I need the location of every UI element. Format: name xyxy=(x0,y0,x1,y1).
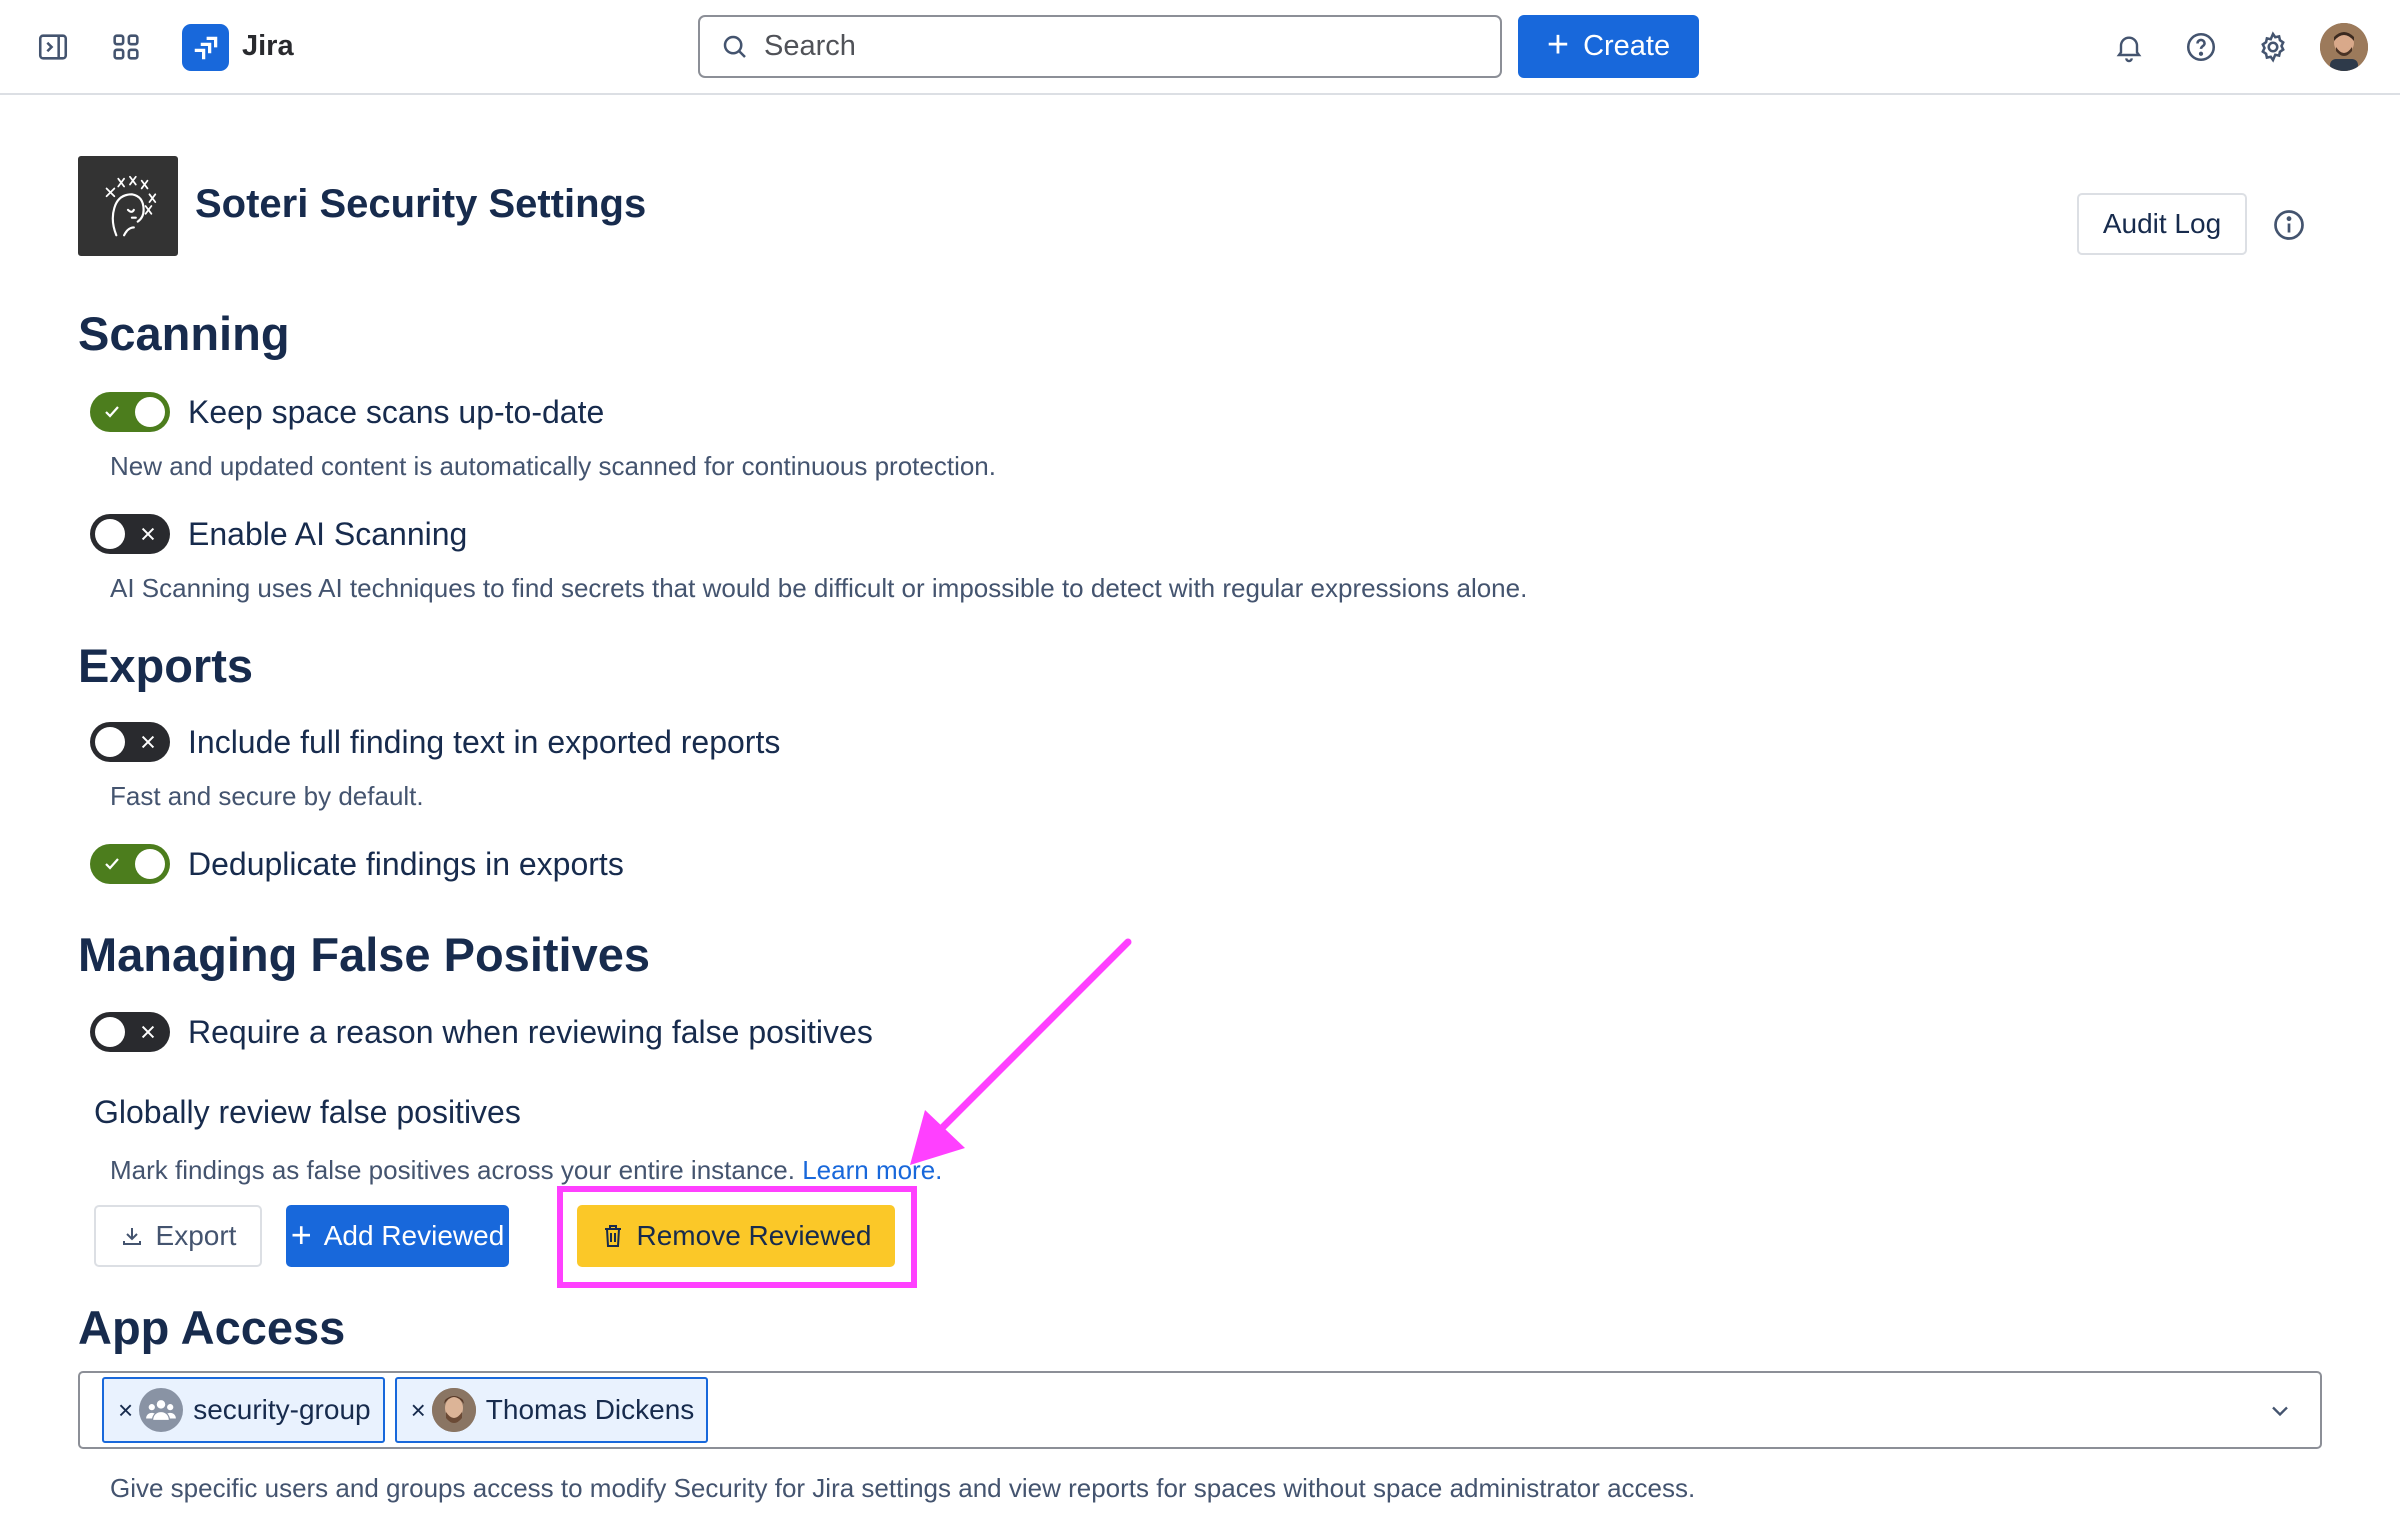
keep-scans-toggle[interactable] xyxy=(90,392,170,432)
dedupe-label: Deduplicate findings in exports xyxy=(188,845,624,882)
ai-scanning-toggle[interactable] xyxy=(90,514,170,554)
access-chip-group: × security-group xyxy=(102,1377,385,1443)
search-box[interactable] xyxy=(698,15,1502,78)
app-name[interactable]: Jira xyxy=(242,30,294,63)
jira-logo-icon[interactable] xyxy=(182,24,229,71)
require-reason-setting: Require a reason when reviewing false po… xyxy=(90,1012,873,1052)
check-icon xyxy=(97,849,127,879)
soteri-logo-icon xyxy=(78,156,178,256)
dedupe-setting: Deduplicate findings in exports xyxy=(90,844,624,884)
require-reason-toggle[interactable] xyxy=(90,1012,170,1052)
settings-gear-icon[interactable] xyxy=(2250,24,2296,70)
chevron-down-icon[interactable] xyxy=(2266,1397,2294,1430)
full-text-setting: Include full finding text in exported re… xyxy=(90,722,780,762)
create-button-label: Create xyxy=(1583,30,1671,62)
app-access-select[interactable]: × security-group × Thomas Dickens xyxy=(78,1371,2322,1449)
section-heading-false-positives: Managing False Positives xyxy=(78,928,651,981)
full-text-toggle[interactable] xyxy=(90,722,170,762)
check-icon xyxy=(97,397,127,427)
ai-scanning-description: AI Scanning uses AI techniques to find s… xyxy=(110,573,1528,603)
plus-icon: + xyxy=(1546,24,1570,66)
keep-scans-description: New and updated content is automatically… xyxy=(110,451,996,481)
add-reviewed-button[interactable]: + Add Reviewed xyxy=(286,1205,509,1267)
close-icon xyxy=(133,727,163,757)
help-icon[interactable] xyxy=(2178,24,2224,70)
group-icon xyxy=(139,1388,184,1432)
ai-scanning-setting: Enable AI Scanning xyxy=(90,514,467,554)
section-heading-app-access: App Access xyxy=(78,1301,346,1354)
notifications-bell-icon[interactable] xyxy=(2106,24,2152,70)
user-avatar[interactable] xyxy=(2320,23,2368,71)
global-review-description: Mark findings as false positives across … xyxy=(110,1155,942,1186)
plus-icon: + xyxy=(290,1213,312,1255)
access-chip-label: security-group xyxy=(193,1394,371,1425)
remove-chip-icon[interactable]: × xyxy=(118,1395,133,1426)
section-heading-exports: Exports xyxy=(78,639,253,692)
full-text-label: Include full finding text in exported re… xyxy=(188,723,781,760)
user-avatar xyxy=(431,1388,476,1432)
search-input[interactable] xyxy=(764,30,1464,63)
learn-more-link[interactable]: Learn more. xyxy=(802,1155,942,1185)
close-icon xyxy=(133,519,163,549)
page-title: Soteri Security Settings xyxy=(195,182,647,226)
remove-chip-icon[interactable]: × xyxy=(411,1395,426,1426)
audit-log-button[interactable]: Audit Log xyxy=(2077,193,2247,255)
global-review-title: Globally review false positives xyxy=(94,1094,521,1130)
global-review-text: Mark findings as false positives across … xyxy=(110,1155,795,1185)
access-chip-user: × Thomas Dickens xyxy=(394,1377,709,1443)
app-access-description: Give specific users and groups access to… xyxy=(110,1473,1696,1503)
keep-scans-setting: Keep space scans up-to-date xyxy=(90,392,604,432)
full-text-description: Fast and secure by default. xyxy=(110,781,424,811)
export-button-label: Export xyxy=(155,1220,237,1251)
annotation-highlight-box xyxy=(557,1186,917,1288)
ai-scanning-label: Enable AI Scanning xyxy=(188,515,468,552)
create-button[interactable]: + Create xyxy=(1518,15,1699,78)
close-icon xyxy=(133,1017,163,1047)
top-navigation: Jira + Create xyxy=(0,0,2400,95)
keep-scans-label: Keep space scans up-to-date xyxy=(188,393,605,430)
access-chip-label: Thomas Dickens xyxy=(485,1394,695,1425)
add-reviewed-label: Add Reviewed xyxy=(323,1220,505,1251)
annotation-arrow-icon xyxy=(910,938,1132,1165)
info-icon[interactable] xyxy=(2269,205,2309,245)
sidebar-toggle-icon[interactable] xyxy=(30,24,76,70)
export-button[interactable]: Export xyxy=(94,1205,262,1267)
dedupe-toggle[interactable] xyxy=(90,844,170,884)
app-switcher-icon[interactable] xyxy=(103,24,149,70)
section-heading-scanning: Scanning xyxy=(78,307,290,360)
download-icon xyxy=(122,1228,141,1245)
require-reason-label: Require a reason when reviewing false po… xyxy=(188,1013,873,1050)
search-icon xyxy=(723,35,746,58)
